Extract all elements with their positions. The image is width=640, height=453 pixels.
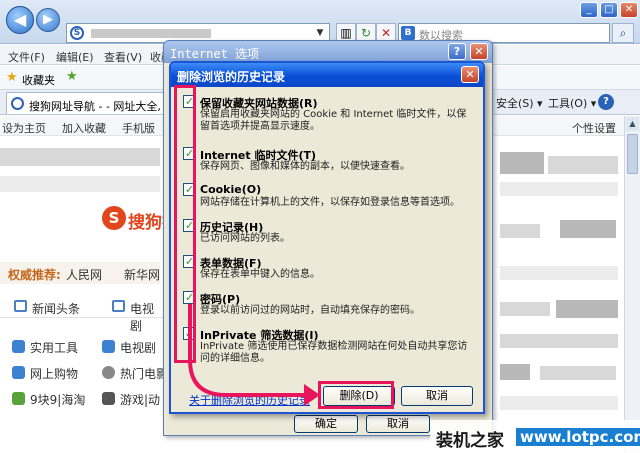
close-icon[interactable]: ✕ <box>620 2 638 18</box>
blurred-region <box>500 302 550 316</box>
blurred-region <box>0 176 160 192</box>
option-description: 保留启用收藏夹网站的 Cookie 和 Internet 临时文件，以保留首选项… <box>200 109 467 132</box>
forward-button[interactable]: ▶ <box>36 8 60 32</box>
minimize-icon[interactable]: _ <box>580 2 598 18</box>
recommend-link-1[interactable]: 人民网 <box>66 266 102 283</box>
blurred-region <box>560 220 616 238</box>
add-favorites-icon[interactable]: ★ <box>66 69 78 84</box>
tab-news[interactable]: 新闻头条 <box>32 300 80 317</box>
tv-icon <box>102 340 115 353</box>
option-history: ✓ 历史记录(H) 已访问网站的列表。 <box>183 219 475 249</box>
favorites-star-icon[interactable]: ★ <box>6 70 18 85</box>
maximize-icon[interactable]: □ <box>600 2 618 18</box>
blurred-region <box>500 334 618 348</box>
blurred-region <box>540 366 616 380</box>
option-label[interactable]: Cookie(O) <box>200 183 261 196</box>
tab-sogou[interactable]: 搜狗网址导航 - - 网址大全, 实用 <box>6 92 174 114</box>
tools-menu[interactable]: 工具(O) ▾ <box>548 95 596 111</box>
blurred-region <box>500 224 540 238</box>
option-description: 保存在表单中键入的信息。 <box>200 269 320 280</box>
list-item[interactable]: 热门电影 <box>120 365 168 382</box>
deals-icon <box>12 392 25 405</box>
shopping-icon <box>12 366 25 379</box>
ok-button[interactable]: 确定 <box>294 415 358 433</box>
blurred-region <box>500 152 544 174</box>
search-icon[interactable]: ⌕ <box>612 23 634 43</box>
tab-tv[interactable]: 电视剧 <box>130 300 165 334</box>
close-icon[interactable]: ✕ <box>461 66 479 83</box>
watermark: 装机之家 www.lotpc.com <box>430 420 640 453</box>
cancel-button[interactable]: 取消 <box>401 386 473 406</box>
url-dropdown-icon[interactable]: ▼ <box>313 26 327 40</box>
content-tabs: 新闻头条 电视剧 <box>0 294 165 333</box>
watermark-url: www.lotpc.com <box>516 428 640 446</box>
blurred-region <box>500 396 618 410</box>
tab-site-icon <box>11 97 24 110</box>
option-temp-files: ✓ Internet 临时文件(T) 保存网页、图像和媒体的副本，以便快速查看。 <box>183 147 475 177</box>
scroll-thumb[interactable] <box>627 134 638 174</box>
option-description: 已访问网站的列表。 <box>200 233 290 244</box>
menu-view[interactable]: 查看(V) <box>104 49 142 65</box>
list-item[interactable]: 电视剧 <box>120 339 156 356</box>
sogou-logo[interactable]: S 搜狗携 <box>102 202 179 236</box>
news-icon <box>14 300 27 312</box>
list-item[interactable]: 网上购物 <box>30 365 78 382</box>
sogou-logo-icon: S <box>102 206 126 230</box>
game-icon <box>102 392 115 405</box>
add-favorite-link[interactable]: 加入收藏 <box>62 120 106 136</box>
internet-options-titlebar: Internet 选项 ? ✕ <box>164 41 492 63</box>
recommend-row: 权威推荐: 人民网 新华网 <box>0 262 160 284</box>
list-item[interactable]: 游戏|动 <box>120 391 160 408</box>
recommend-link-2[interactable]: 新华网 <box>124 266 160 283</box>
close-icon[interactable]: ✕ <box>470 43 488 60</box>
delete-history-titlebar: 删除浏览的历史记录 ✕ <box>171 63 483 87</box>
option-preserve-favorites: ✓ 保留收藏夹网站数据(R) 保留启用收藏夹网站的 Cookie 和 Inter… <box>183 95 475 135</box>
watermark-site-name: 装机之家 <box>436 431 504 451</box>
favorites-label[interactable]: 收藏夹 <box>22 72 55 88</box>
blurred-region <box>500 182 618 196</box>
personal-settings-link[interactable]: 个性设置 <box>572 120 616 136</box>
blurred-region <box>556 300 618 318</box>
window-controls: _ □ ✕ <box>580 0 640 20</box>
recommend-label: 权威推荐: <box>8 268 61 282</box>
list-item[interactable]: 9块9|海淘 <box>30 391 85 408</box>
arrow-head <box>304 384 320 406</box>
internet-options-title: Internet 选项 <box>170 47 260 61</box>
menu-edit[interactable]: 编辑(E) <box>56 49 94 65</box>
cancel-button[interactable]: 取消 <box>366 415 430 433</box>
url-blurred-text <box>91 29 211 38</box>
tools-icon <box>12 340 25 353</box>
tab-title: 搜狗网址导航 - - 网址大全, 实用 <box>29 100 171 113</box>
back-button[interactable]: ◀ <box>6 6 34 34</box>
delete-history-title: 删除浏览的历史记录 <box>177 70 286 84</box>
site-icon: S <box>70 26 84 40</box>
blurred-region <box>0 148 160 166</box>
movie-icon <box>102 366 115 379</box>
option-description: 保存网页、图像和媒体的副本，以便快速查看。 <box>200 161 410 172</box>
help-icon[interactable]: ? <box>598 94 614 110</box>
annotation-arrow <box>188 304 320 406</box>
option-cookies: ✓ Cookie(O) 网站存储在计算机上的文件，以保存如登录信息等首选项。 <box>183 183 475 213</box>
blurred-region <box>500 266 618 280</box>
browser-address-bar: ◀ ▶ S ▼ ▥ ↻ ✕ B 数以搜索 ⌕ _ □ ✕ <box>0 0 640 44</box>
arrow-line <box>188 304 308 397</box>
help-icon[interactable]: ? <box>448 43 466 60</box>
page-scrollbar[interactable]: ▲ <box>624 116 640 453</box>
blurred-region <box>548 156 618 174</box>
security-menu[interactable]: 安全(S) ▾ <box>496 95 543 111</box>
list-item[interactable]: 实用工具 <box>30 339 78 356</box>
option-form-data: ✓ 表单数据(F) 保存在表单中键入的信息。 <box>183 255 475 285</box>
search-provider-icon: B <box>401 26 415 40</box>
menu-file[interactable]: 文件(F) <box>8 49 45 65</box>
mobile-link[interactable]: 手机版 <box>122 120 155 136</box>
option-description: 网站存储在计算机上的文件，以保存如登录信息等首选项。 <box>200 197 460 208</box>
blurred-region <box>500 364 530 380</box>
set-homepage-link[interactable]: 设为主页 <box>2 120 46 136</box>
tv-icon <box>112 300 125 312</box>
scroll-up-icon[interactable]: ▲ <box>626 117 639 131</box>
